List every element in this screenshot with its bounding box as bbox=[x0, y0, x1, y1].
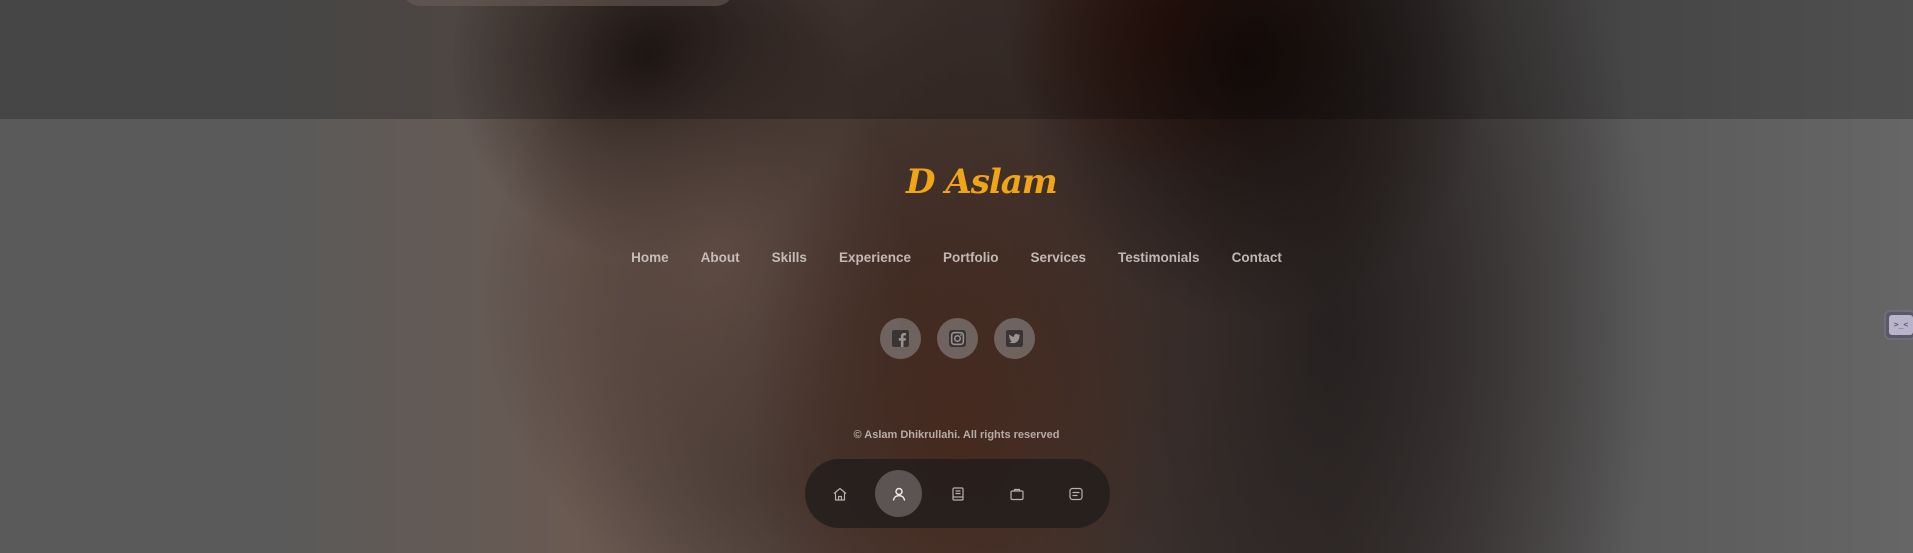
previous-section-card bbox=[402, 0, 734, 6]
user-icon bbox=[892, 487, 905, 501]
nav-link-testimonials[interactable]: Testimonials bbox=[1102, 250, 1216, 265]
twitter-icon bbox=[1006, 330, 1023, 347]
instagram-icon bbox=[949, 330, 966, 347]
nav-link-portfolio[interactable]: Portfolio bbox=[927, 250, 1015, 265]
briefcase-icon bbox=[1009, 488, 1024, 500]
nav-link-skills[interactable]: Skills bbox=[756, 250, 823, 265]
dock-portfolio-button[interactable] bbox=[993, 470, 1040, 517]
logo[interactable]: D Aslam bbox=[906, 162, 1058, 212]
previous-section-band bbox=[0, 0, 1913, 119]
footer-nav: Home About Skills Experience Portfolio S… bbox=[0, 250, 1913, 265]
side-widget-label: >_< bbox=[1889, 315, 1913, 335]
home-icon bbox=[833, 487, 846, 501]
facebook-button[interactable] bbox=[880, 318, 921, 359]
nav-link-home[interactable]: Home bbox=[615, 250, 685, 265]
logo-text: D Aslam bbox=[906, 162, 1058, 202]
social-links bbox=[880, 318, 1035, 359]
copyright-text: © Aslam Dhikrullahi. All rights reserved bbox=[853, 429, 1060, 441]
instagram-button[interactable] bbox=[937, 318, 978, 359]
dock-experience-button[interactable] bbox=[934, 470, 981, 517]
twitter-button[interactable] bbox=[994, 318, 1035, 359]
nav-link-experience[interactable]: Experience bbox=[823, 250, 927, 265]
book-icon bbox=[951, 486, 964, 501]
dock-contact-button[interactable] bbox=[1052, 470, 1099, 517]
message-icon bbox=[1068, 487, 1083, 500]
nav-link-services[interactable]: Services bbox=[1014, 250, 1102, 265]
dock-home-button[interactable] bbox=[816, 470, 863, 517]
nav-link-about[interactable]: About bbox=[685, 250, 756, 265]
dock-about-button[interactable] bbox=[875, 470, 922, 517]
nav-link-contact[interactable]: Contact bbox=[1216, 250, 1298, 265]
facebook-icon bbox=[892, 330, 909, 347]
side-floating-widget[interactable]: >_< bbox=[1884, 310, 1913, 340]
bottom-dock-nav bbox=[805, 459, 1110, 528]
